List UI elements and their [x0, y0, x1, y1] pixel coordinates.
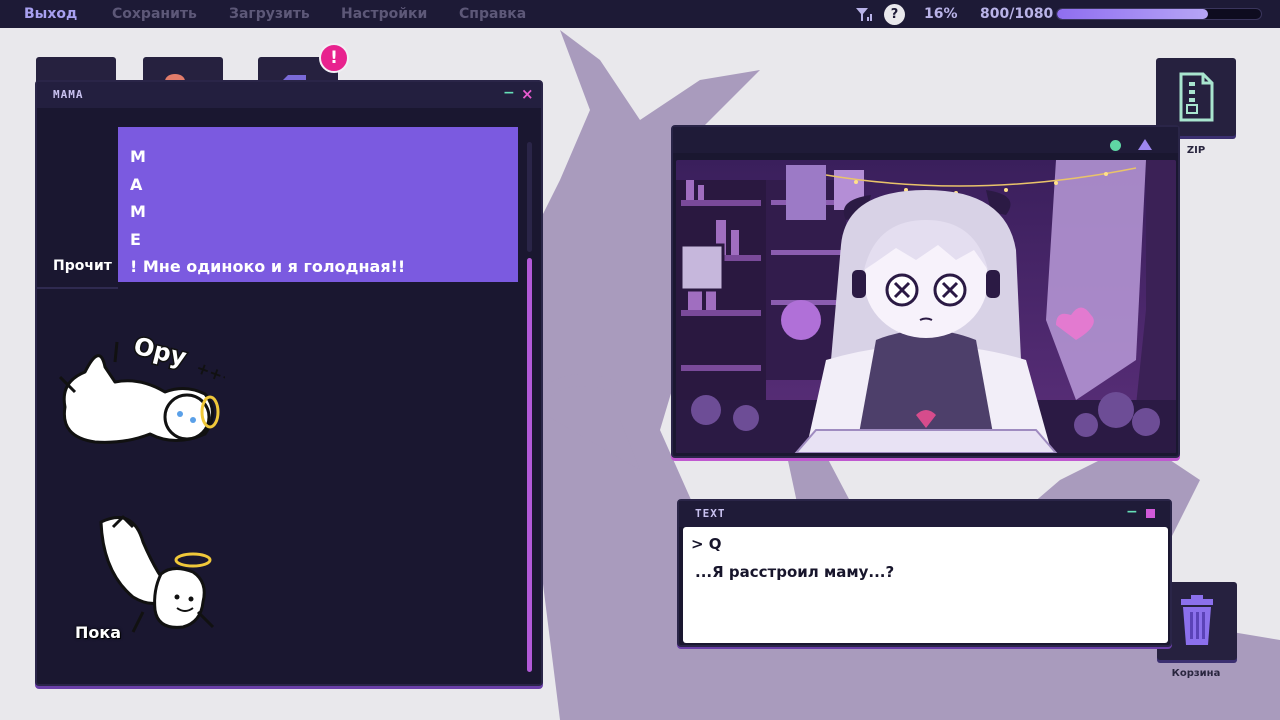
followers-progress-bar	[1056, 8, 1262, 20]
chat-window-title: МАМА	[53, 88, 84, 101]
top-menu-bar: Выход Сохранить Загрузить Настройки Спра…	[0, 0, 1280, 28]
text-window-title: TEXT	[695, 507, 726, 520]
help-icon[interactable]: ?	[884, 4, 905, 25]
followers-count: 800/1080	[980, 6, 1054, 22]
menu-settings[interactable]: Настройки	[341, 6, 427, 22]
sticker-caption: Пока	[75, 623, 122, 642]
chat-window-titlebar[interactable]: МАМА − ×	[37, 82, 541, 108]
text-minimize-button[interactable]: −	[1126, 504, 1138, 520]
menu-load[interactable]: Загрузить	[229, 6, 310, 22]
text-prompt-line: > Q	[691, 535, 722, 553]
message-line: М	[130, 202, 146, 221]
message-line: А	[130, 174, 143, 194]
text-maximize-button[interactable]	[1146, 509, 1155, 518]
chat-minimize-button[interactable]: −	[503, 85, 515, 101]
text-dialogue-window: TEXT − > Q ...Я расстроил маму...?	[677, 499, 1172, 647]
notification-badge[interactable]: !	[319, 43, 349, 73]
message-line: М	[130, 147, 146, 166]
text-window-body: > Q ...Я расстроил маму...?	[683, 527, 1168, 643]
video-window-titlebar[interactable]	[673, 127, 1178, 153]
message-bubble: М А М Е ! Мне одиноко и я голодная!!	[118, 127, 518, 282]
message-line: ! Мне одиноко и я голодная!!	[130, 257, 406, 276]
message-line: Е	[130, 229, 141, 249]
text-window-titlebar[interactable]: TEXT −	[679, 501, 1170, 527]
status-green-dot-icon[interactable]	[1110, 140, 1121, 151]
streamer-room-scene	[676, 160, 1176, 453]
chat-close-button[interactable]: ×	[521, 85, 534, 103]
menu-help[interactable]: Справка	[459, 6, 526, 22]
trash-label: Корзина	[1171, 668, 1221, 679]
battery-percent: 16%	[924, 6, 958, 22]
menu-save[interactable]: Сохранить	[112, 6, 197, 22]
svg-text:Ору: Ору	[131, 332, 190, 372]
chat-window-mom: МАМА − × Прочит М А М Е ! Мне одиноко и …	[35, 80, 543, 686]
svg-text:+++: +++	[194, 358, 225, 390]
read-status-label: Прочит	[53, 258, 112, 274]
chat-divider	[37, 287, 118, 289]
followers-progress-fill	[1057, 9, 1208, 19]
laughing-angel-sticker[interactable]: Ору +++	[55, 322, 225, 452]
chat-scrollbar-track[interactable]	[527, 142, 532, 252]
triangle-icon[interactable]	[1138, 139, 1152, 150]
chat-scrollbar-thumb[interactable]	[527, 258, 532, 672]
menu-exit[interactable]: Выход	[24, 6, 77, 22]
signal-icon	[856, 8, 872, 21]
text-response-line: ...Я расстроил маму...?	[695, 563, 895, 581]
